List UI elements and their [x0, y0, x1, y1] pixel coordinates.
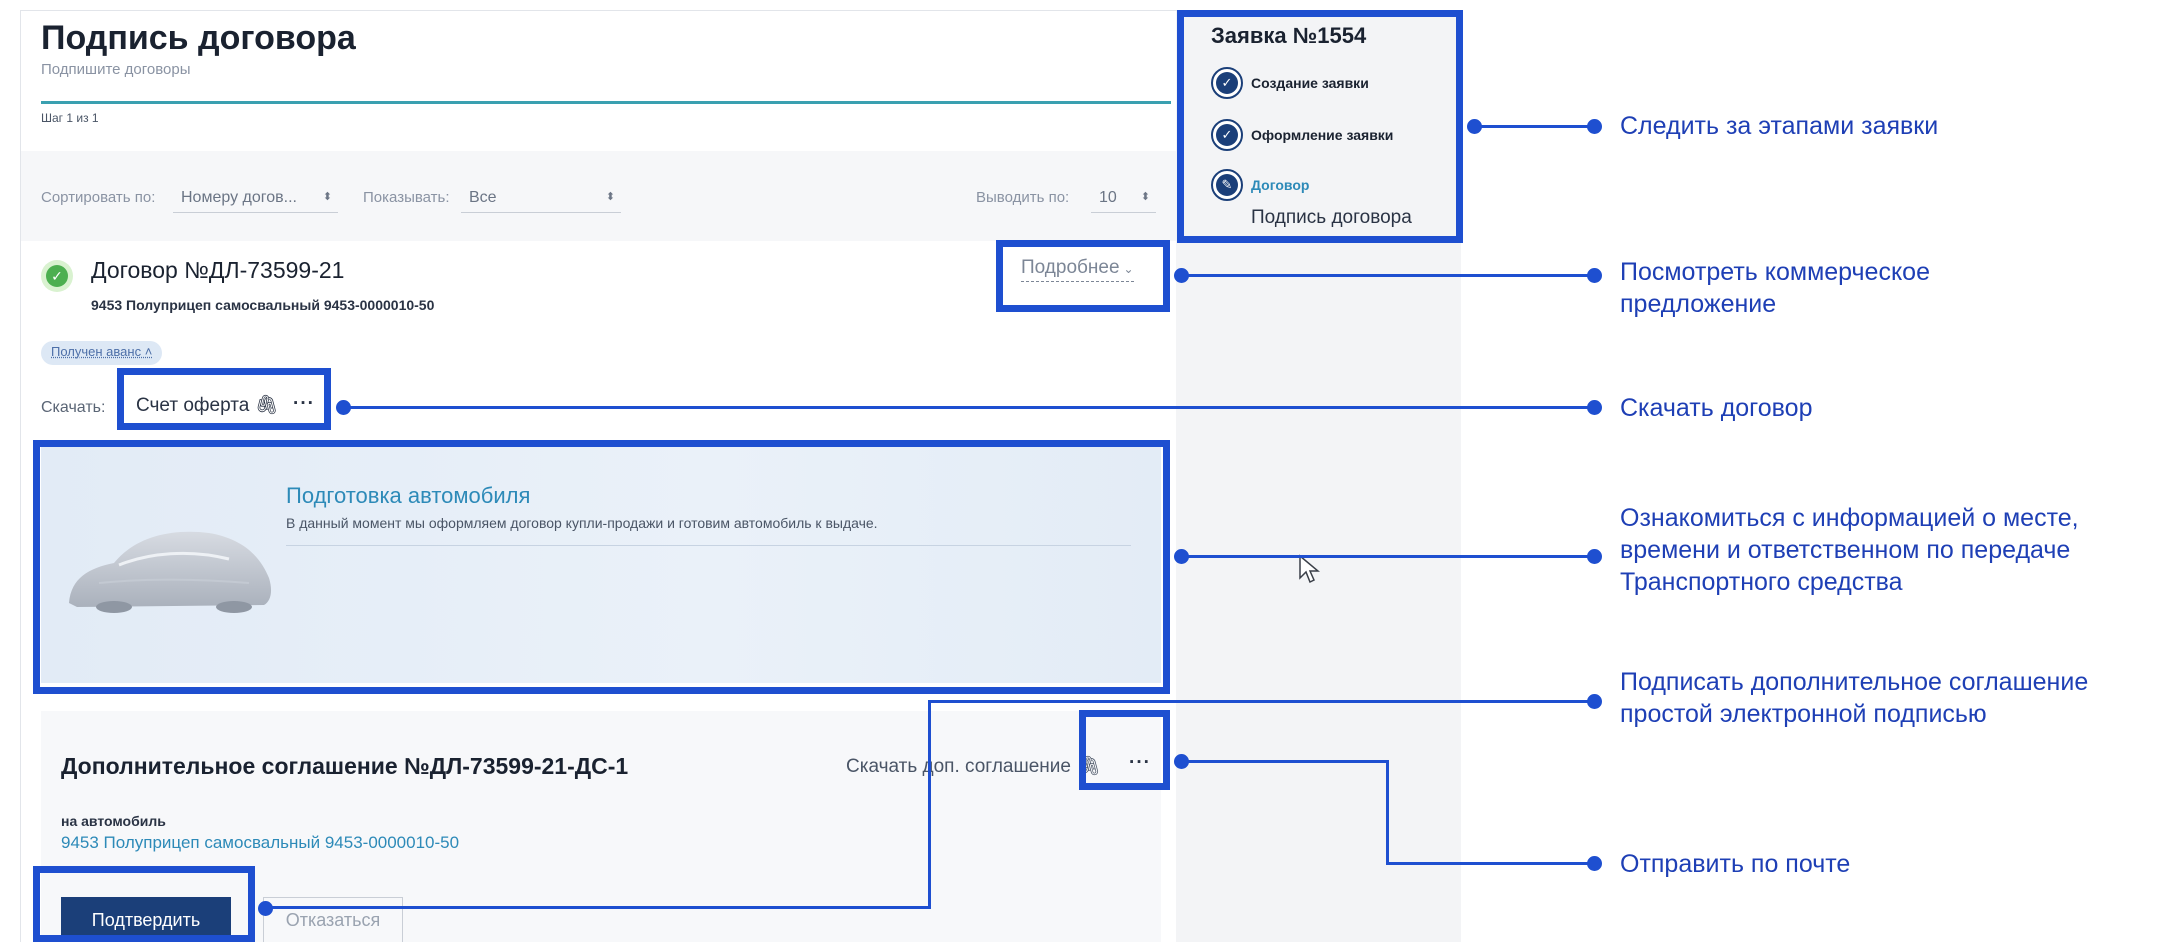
step-progress-bar — [41, 101, 1171, 104]
select-caret-icon: ⬍ — [605, 191, 615, 203]
connector-line — [1474, 125, 1600, 128]
connector-line — [928, 700, 931, 909]
highlight-more-dots — [1079, 710, 1170, 790]
reject-button[interactable]: Отказаться — [263, 897, 403, 942]
connector-line — [1386, 862, 1600, 865]
step-counter: Шаг 1 из 1 — [41, 111, 99, 125]
contract-vehicle: 9453 Полуприцеп самосвальный 9453-000001… — [91, 297, 435, 313]
page-subtitle: Подпишите договоры — [41, 61, 191, 78]
connector-line — [1181, 555, 1600, 558]
per-page-label: Выводить по: — [976, 189, 1070, 206]
annotation-track-steps: Следить за этапами заявки — [1620, 112, 1939, 140]
supplement-title: Дополнительное соглашение №ДЛ-73599-21-Д… — [61, 753, 629, 779]
connector-dot — [1587, 549, 1602, 564]
supplement-for-label: на автомобиль — [61, 813, 166, 829]
connector-dot — [1587, 694, 1602, 709]
download-supplement-label: Скачать доп. соглашение — [846, 756, 1071, 777]
connector-dot — [1587, 268, 1602, 283]
highlight-preparation — [33, 440, 1170, 694]
highlight-confirm — [33, 866, 255, 942]
annotation-send-by-mail: Отправить по почте — [1620, 850, 1851, 878]
connector-line — [1181, 274, 1600, 277]
status-badge[interactable]: Получен аванс ˄ — [41, 341, 163, 365]
annotation-download-contract: Скачать договор — [1620, 394, 1813, 422]
contract-title: Договор №ДЛ-73599-21 — [91, 257, 345, 283]
status-badge-label: Получен аванс — [51, 344, 142, 359]
per-page-select-value: 10 — [1099, 189, 1117, 206]
annotation-commercial-offer: Посмотреть коммерческое предложение — [1620, 258, 1930, 318]
filters-bar: Сортировать по: Номеру догов... ⬍ Показы… — [21, 151, 1176, 241]
show-select[interactable]: Все ⬍ — [461, 181, 621, 213]
connector-line — [928, 700, 1600, 703]
highlight-download — [117, 368, 331, 430]
connector-dot — [1587, 119, 1602, 134]
page-title: Подпись договора — [41, 19, 356, 57]
connector-dot — [1587, 856, 1602, 871]
connector-line — [1386, 760, 1389, 865]
sort-select-value: Номеру догов... — [181, 189, 297, 206]
show-label: Показывать: — [363, 189, 450, 206]
mouse-cursor-icon — [1299, 554, 1320, 584]
connector-line — [1181, 760, 1389, 763]
annotation-sign-supplement: Подписать дополнительное соглашение прос… — [1620, 668, 2089, 728]
connector-line — [343, 406, 1600, 409]
sort-label: Сортировать по: — [41, 189, 156, 206]
connector-line — [265, 906, 930, 909]
select-caret-icon: ⬍ — [322, 191, 332, 203]
select-caret-icon: ⬍ — [1140, 191, 1150, 203]
check-icon: ✓ — [41, 260, 73, 292]
sort-select[interactable]: Номеру догов... ⬍ — [173, 181, 338, 213]
connector-dot — [1587, 400, 1602, 415]
download-label: Скачать: — [41, 399, 106, 416]
highlight-application-steps — [1177, 10, 1463, 243]
per-page-select[interactable]: 10 ⬍ — [1091, 181, 1156, 213]
download-supplement-link[interactable]: Скачать доп. соглашение 🖇 — [846, 754, 1101, 778]
supplement-vehicle-link[interactable]: 9453 Полуприцеп самосвальный 9453-000001… — [61, 833, 459, 853]
show-select-value: Все — [469, 189, 497, 206]
annotation-handover-info: Ознакомиться с информацией о месте, врем… — [1620, 504, 2079, 596]
highlight-details-link — [996, 240, 1170, 312]
